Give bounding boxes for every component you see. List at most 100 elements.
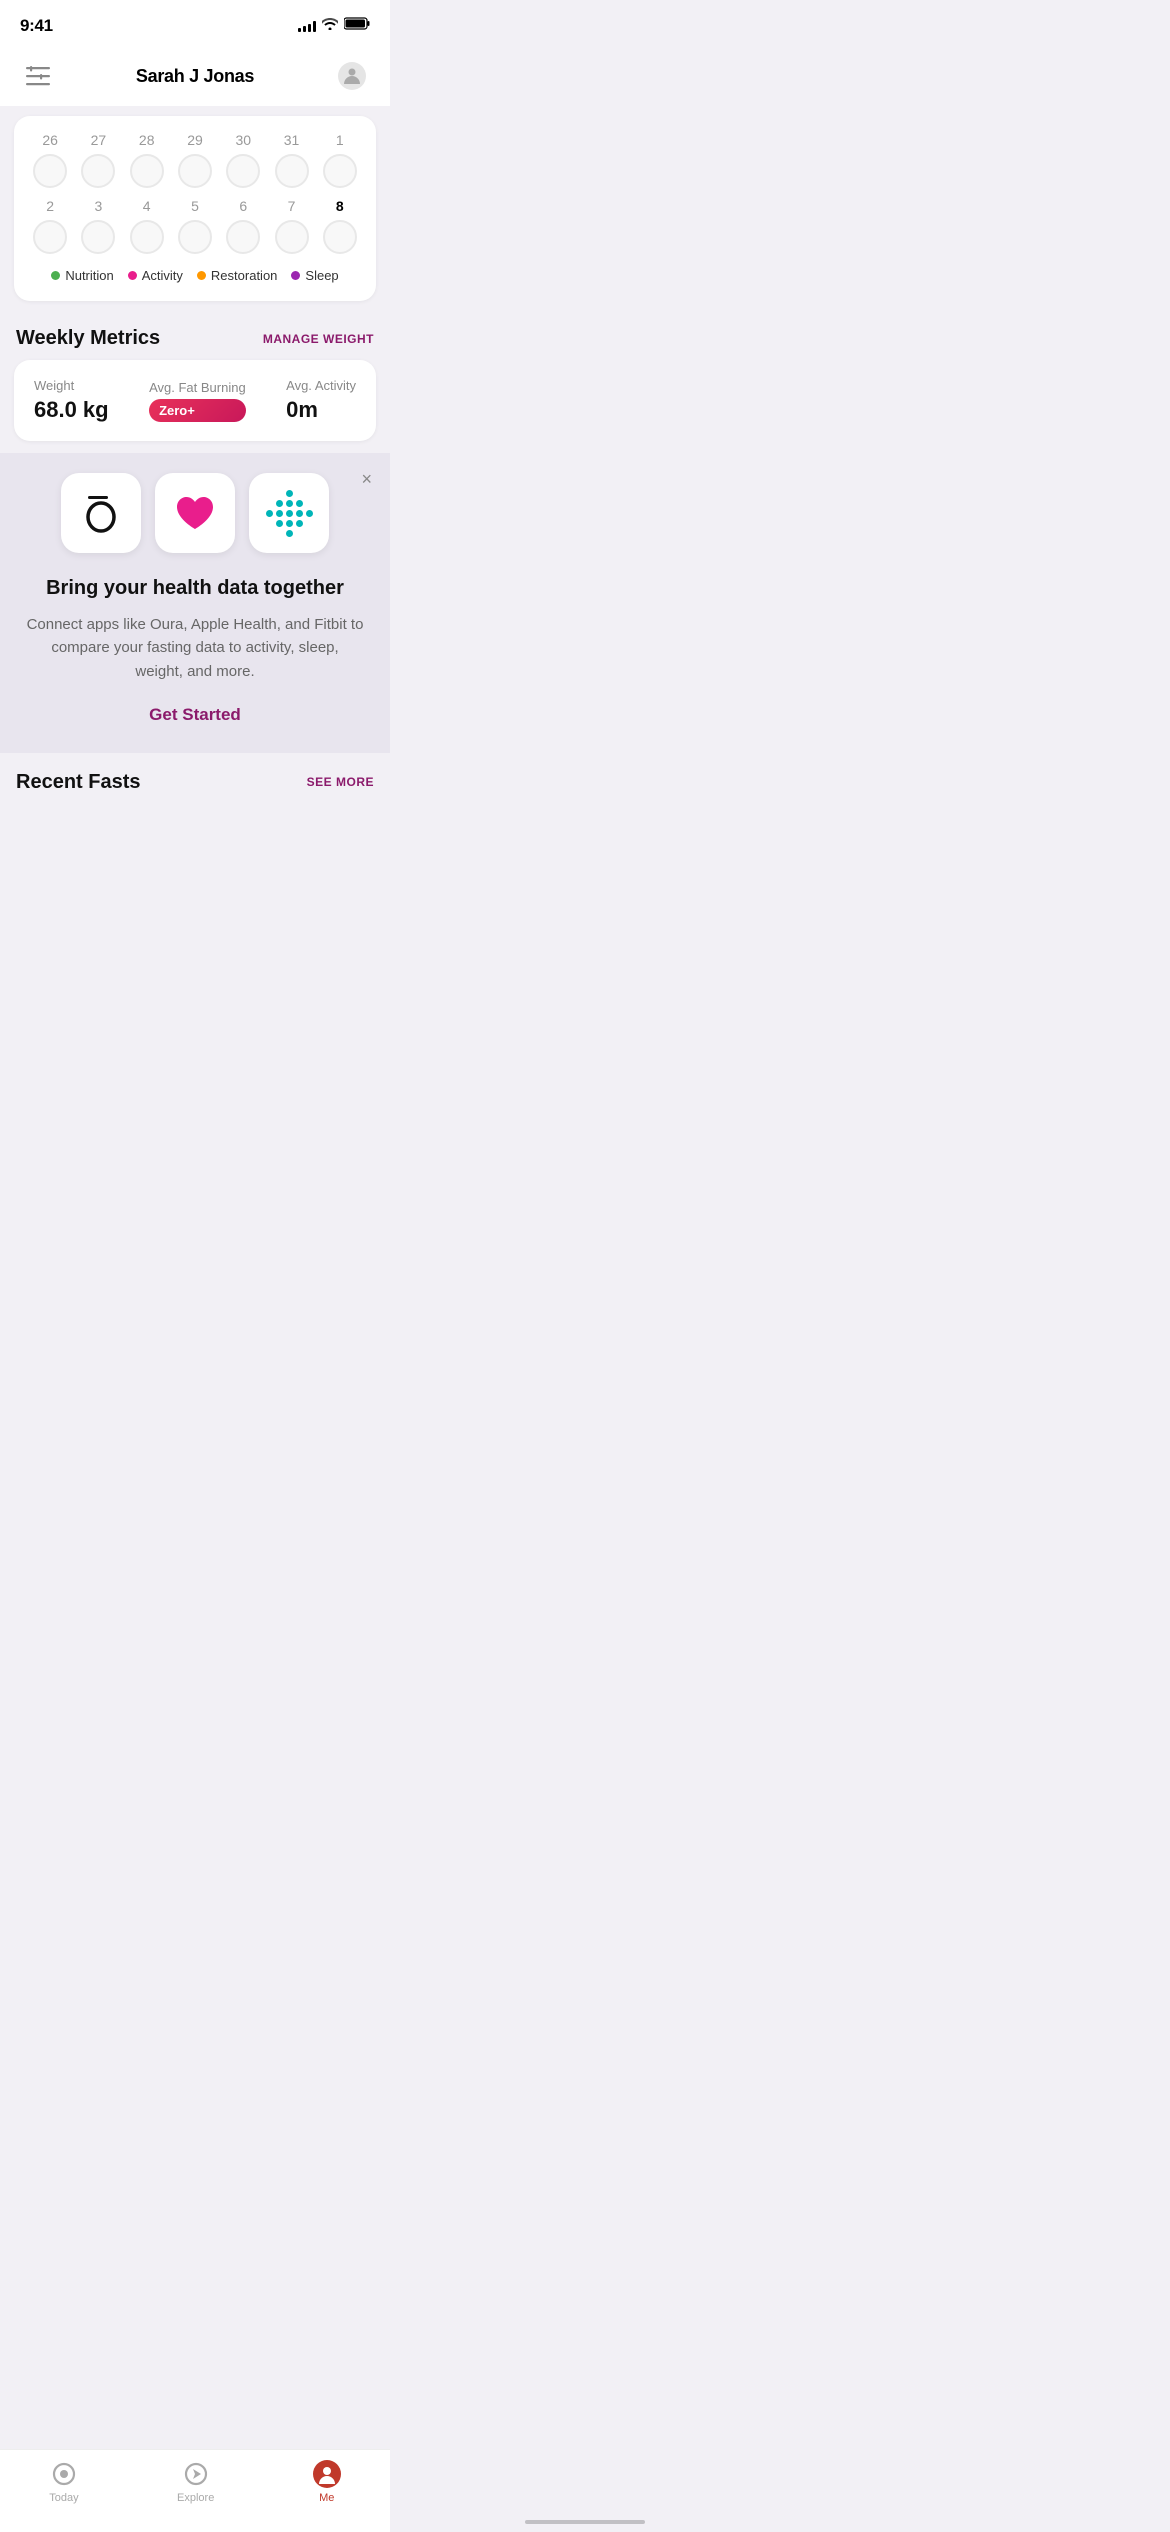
calendar-date: 6 xyxy=(239,198,247,214)
weight-metric: Weight 68.0 kg xyxy=(34,378,109,423)
calendar-day[interactable]: 3 xyxy=(81,198,115,254)
status-bar: 9:41 xyxy=(0,0,390,48)
fitbit-dot xyxy=(296,490,303,497)
calendar-row: 2 3 4 5 6 7 8 xyxy=(26,198,364,254)
calendar-date: 3 xyxy=(95,198,103,214)
apple-health-icon xyxy=(155,473,235,553)
fitbit-dot xyxy=(266,520,273,527)
bottom-navigation: Today Explore Me xyxy=(0,2449,390,2532)
today-nav-label: Today xyxy=(49,2492,78,2504)
zero-app-icon xyxy=(61,473,141,553)
battery-icon xyxy=(344,17,370,35)
legend-label: Restoration xyxy=(211,268,277,283)
activity-value: 0m xyxy=(286,397,356,423)
weight-label: Weight xyxy=(34,378,109,393)
calendar-date: 26 xyxy=(42,132,58,148)
legend-label: Sleep xyxy=(305,268,338,283)
fitbit-dot xyxy=(306,520,313,527)
calendar-day[interactable]: 27 xyxy=(81,132,115,188)
calendar-day[interactable]: 4 xyxy=(130,198,164,254)
legend-item: Nutrition xyxy=(51,268,113,283)
calendar-date: 29 xyxy=(187,132,203,148)
legend-dot xyxy=(197,271,206,280)
fitbit-dot xyxy=(306,530,313,537)
legend-label: Nutrition xyxy=(65,268,113,283)
calendar-date: 27 xyxy=(91,132,107,148)
calendar-ring xyxy=(323,220,357,254)
calendar-date: 28 xyxy=(139,132,155,148)
fitbit-dot xyxy=(286,500,293,507)
fitbit-dot xyxy=(306,500,313,507)
calendar-ring xyxy=(226,220,260,254)
weekly-metrics-title: Weekly Metrics xyxy=(16,327,160,350)
calendar-day[interactable]: 31 xyxy=(275,132,309,188)
calendar-day[interactable]: 8 xyxy=(323,198,357,254)
explore-nav-label: Explore xyxy=(177,2492,214,2504)
activity-label: Avg. Activity xyxy=(286,378,356,393)
calendar-ring xyxy=(130,154,164,188)
calendar-ring xyxy=(33,154,67,188)
fitbit-dot xyxy=(286,530,293,537)
fitbit-dot xyxy=(286,520,293,527)
see-more-button[interactable]: SEE MORE xyxy=(307,775,374,789)
signal-icon xyxy=(298,20,316,32)
weight-value: 68.0 kg xyxy=(34,397,109,423)
calendar-ring xyxy=(33,220,67,254)
activity-metric: Avg. Activity 0m xyxy=(286,378,356,423)
fitbit-dot xyxy=(266,490,273,497)
calendar-day[interactable]: 26 xyxy=(33,132,67,188)
status-time: 9:41 xyxy=(20,16,53,36)
fitbit-dot xyxy=(276,490,283,497)
calendar-day[interactable]: 29 xyxy=(178,132,212,188)
calendar-date: 2 xyxy=(46,198,54,214)
calendar-ring xyxy=(178,220,212,254)
calendar-day[interactable]: 1 xyxy=(323,132,357,188)
manage-weight-button[interactable]: MANAGE WEIGHT xyxy=(263,332,374,346)
fat-burning-label: Avg. Fat Burning xyxy=(149,380,246,395)
fitbit-dot xyxy=(276,530,283,537)
fitbit-app-icon xyxy=(249,473,329,553)
legend-dot xyxy=(128,271,137,280)
fat-burning-metric: Avg. Fat Burning Zero+ xyxy=(149,380,246,422)
wifi-icon xyxy=(322,17,338,35)
calendar-ring xyxy=(275,220,309,254)
settings-button[interactable] xyxy=(334,58,370,94)
weekly-metrics-header: Weekly Metrics MANAGE WEIGHT xyxy=(0,313,390,360)
calendar-ring xyxy=(130,220,164,254)
legend-item: Sleep xyxy=(291,268,338,283)
calendar-day[interactable]: 6 xyxy=(226,198,260,254)
fitbit-dot xyxy=(266,500,273,507)
calendar-day[interactable]: 30 xyxy=(226,132,260,188)
fitbit-dot xyxy=(306,490,313,497)
nav-item-me[interactable]: Me xyxy=(313,2460,341,2504)
me-nav-label: Me xyxy=(319,2492,334,2504)
today-icon xyxy=(50,2460,78,2488)
calendar-day[interactable]: 5 xyxy=(178,198,212,254)
calendar-date: 5 xyxy=(191,198,199,214)
calendar-row: 26 27 28 29 30 31 1 xyxy=(26,132,364,188)
app-header: Sarah J Jonas xyxy=(0,48,390,106)
nav-item-today[interactable]: Today xyxy=(49,2460,78,2504)
calendar-day[interactable]: 7 xyxy=(275,198,309,254)
recent-fasts-title: Recent Fasts xyxy=(16,771,141,794)
calendar-ring xyxy=(178,154,212,188)
fitbit-dot xyxy=(296,500,303,507)
calendar-day[interactable]: 2 xyxy=(33,198,67,254)
legend-dot xyxy=(51,271,60,280)
banner-close-button[interactable]: × xyxy=(361,469,372,490)
get-started-button[interactable]: Get Started xyxy=(16,705,374,725)
health-banner: × Bring your health data together Connec… xyxy=(0,453,390,753)
nav-item-explore[interactable]: Explore xyxy=(177,2460,214,2504)
calendar-date: 4 xyxy=(143,198,151,214)
banner-heading: Bring your health data together xyxy=(16,575,374,601)
calendar-date: 7 xyxy=(288,198,296,214)
legend-item: Activity xyxy=(128,268,183,283)
legend-label: Activity xyxy=(142,268,183,283)
recent-fasts-header: Recent Fasts SEE MORE xyxy=(0,753,390,804)
calendar-day[interactable]: 28 xyxy=(130,132,164,188)
calendar-ring xyxy=(275,154,309,188)
explore-icon xyxy=(182,2460,210,2488)
calendar-date: 1 xyxy=(336,132,344,148)
status-icons xyxy=(298,17,370,35)
filter-button[interactable] xyxy=(20,58,56,94)
